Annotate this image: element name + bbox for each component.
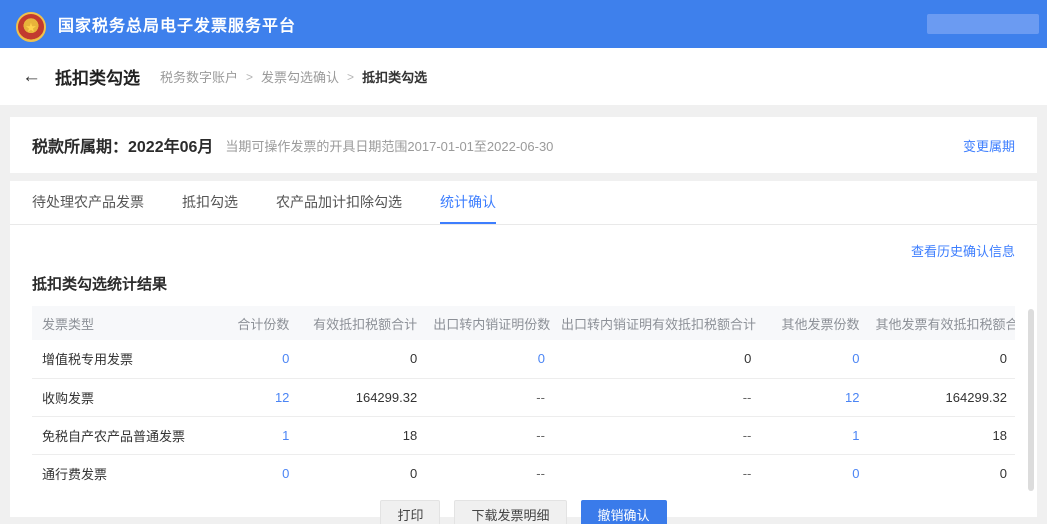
download-invoice-detail-button[interactable]: 下载发票明细	[454, 500, 566, 524]
table-cell[interactable]: 0	[759, 454, 867, 492]
column-header: 其他发票份数	[759, 306, 867, 340]
back-arrow-icon[interactable]: ←	[22, 66, 41, 88]
table-row: 增值税专用发票000000	[32, 340, 1015, 378]
column-header: 出口转内销证明有效抵扣税额合计	[553, 306, 759, 340]
breadcrumb-item[interactable]: 发票勾选确认	[261, 67, 339, 86]
table-cell: --	[553, 454, 759, 492]
table-cell[interactable]: 0	[759, 340, 867, 378]
table-cell: 18	[868, 416, 1015, 454]
vertical-scrollbar[interactable]	[1028, 309, 1034, 491]
main-panel: 待处理农产品发票抵扣勾选农产品加计扣除勾选统计确认 查看历史确认信息 抵扣类勾选…	[10, 181, 1037, 517]
tax-period-note: 当期可操作发票的开具日期范围2017-01-01至2022-06-30	[225, 136, 553, 155]
print-button[interactable]: 打印	[380, 500, 440, 524]
app-title: 国家税务总局电子发票服务平台	[58, 12, 296, 36]
table-cell: 0	[868, 454, 1015, 492]
history-row: 查看历史确认信息	[10, 225, 1037, 261]
column-header: 有效抵扣税额合计	[297, 306, 425, 340]
breadcrumb-item: 抵扣类勾选	[362, 67, 427, 86]
page-title: 抵扣类勾选	[55, 64, 140, 89]
breadcrumb-separator: >	[246, 70, 253, 84]
change-period-link[interactable]: 变更属期	[963, 136, 1015, 155]
breadcrumb-separator: >	[347, 70, 354, 84]
table-row: 通行费发票00----00	[32, 454, 1015, 492]
breadcrumb-band: ← 抵扣类勾选 税务数字账户 > 发票勾选确认 > 抵扣类勾选	[0, 48, 1047, 105]
action-footer: 打印 下载发票明细 撤销确认	[10, 492, 1037, 524]
table-cell: 0	[297, 454, 425, 492]
column-header: 出口转内销证明份数	[425, 306, 553, 340]
table-cell: 0	[868, 340, 1015, 378]
tab-统计确认[interactable]: 统计确认	[440, 181, 496, 224]
table-cell: 0	[297, 340, 425, 378]
invoice-type-cell: 通行费发票	[32, 454, 199, 492]
table-cell[interactable]: 0	[199, 340, 297, 378]
table-cell: 164299.32	[868, 378, 1015, 416]
view-history-link[interactable]: 查看历史确认信息	[911, 244, 1015, 259]
tax-period-card: 税款所属期：2022年06月 当期可操作发票的开具日期范围2017-01-01至…	[10, 117, 1037, 173]
column-header: 发票类型	[32, 306, 199, 340]
breadcrumb-item[interactable]: 税务数字账户	[160, 67, 238, 86]
table-header-row: 发票类型合计份数有效抵扣税额合计出口转内销证明份数出口转内销证明有效抵扣税额合计…	[32, 306, 1015, 340]
table-cell[interactable]: 12	[199, 378, 297, 416]
table-cell: 0	[553, 340, 759, 378]
national-emblem-icon	[16, 12, 46, 42]
table-cell: --	[553, 378, 759, 416]
section-title: 抵扣类勾选统计结果	[10, 261, 1037, 306]
user-account-chip[interactable]	[927, 14, 1039, 34]
table-cell: --	[553, 416, 759, 454]
statistics-table: 发票类型合计份数有效抵扣税额合计出口转内销证明份数出口转内销证明有效抵扣税额合计…	[32, 306, 1015, 492]
table-cell[interactable]: 12	[759, 378, 867, 416]
tab-待处理农产品发票[interactable]: 待处理农产品发票	[32, 181, 144, 224]
table-cell[interactable]: 1	[759, 416, 867, 454]
table-cell[interactable]: 1	[199, 416, 297, 454]
table-row: 收购发票12164299.32----12164299.32	[32, 378, 1015, 416]
invoice-type-cell: 收购发票	[32, 378, 199, 416]
tax-period-label: 税款所属期：2022年06月	[32, 133, 213, 157]
table-cell[interactable]: 0	[199, 454, 297, 492]
column-header: 合计份数	[199, 306, 297, 340]
table-cell: --	[425, 378, 553, 416]
breadcrumb: 税务数字账户 > 发票勾选确认 > 抵扣类勾选	[160, 67, 427, 86]
revoke-confirm-button[interactable]: 撤销确认	[581, 500, 667, 524]
table-cell: --	[425, 416, 553, 454]
tab-农产品加计扣除勾选[interactable]: 农产品加计扣除勾选	[276, 181, 402, 224]
tab-抵扣勾选[interactable]: 抵扣勾选	[182, 181, 238, 224]
tab-bar: 待处理农产品发票抵扣勾选农产品加计扣除勾选统计确认	[10, 181, 1037, 225]
invoice-type-cell: 免税自产农产品普通发票	[32, 416, 199, 454]
table-cell: 18	[297, 416, 425, 454]
table-row: 免税自产农产品普通发票118----118	[32, 416, 1015, 454]
column-header: 其他发票有效抵扣税额合计	[868, 306, 1015, 340]
invoice-type-cell: 增值税专用发票	[32, 340, 199, 378]
table-cell: 164299.32	[297, 378, 425, 416]
table-cell: --	[425, 454, 553, 492]
table-cell[interactable]: 0	[425, 340, 553, 378]
app-header: 国家税务总局电子发票服务平台	[0, 0, 1047, 48]
